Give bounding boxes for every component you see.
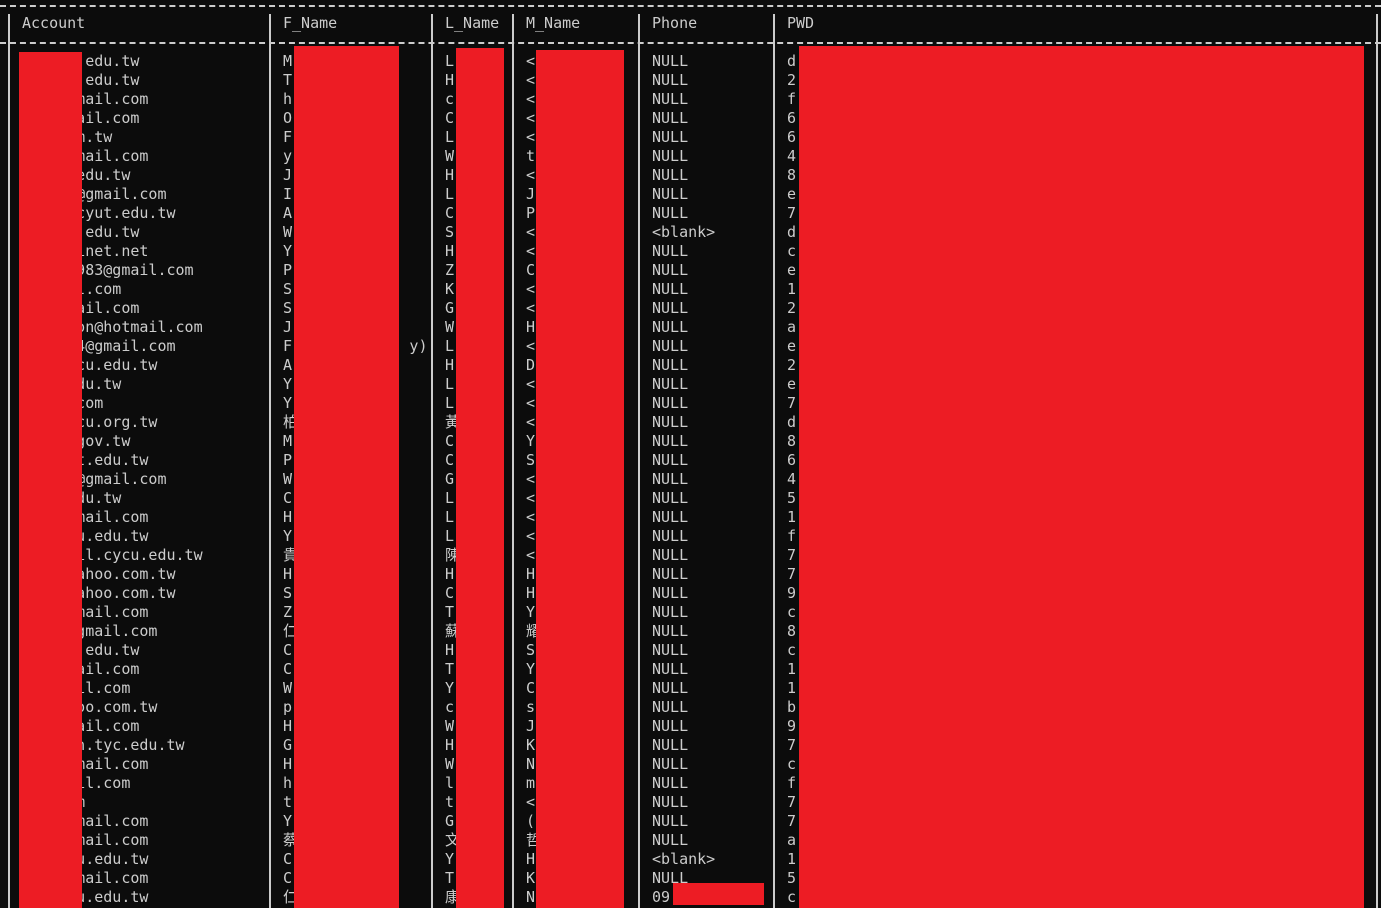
cell-phone: NULL <box>652 622 689 640</box>
cell-phone: NULL <box>652 147 689 165</box>
cell-phone: NULL <box>652 71 689 89</box>
cell-phone: NULL <box>652 546 689 564</box>
cell-phone: NULL <box>652 717 689 735</box>
cell-phone: NULL <box>652 109 689 127</box>
header-phone: Phone <box>652 14 698 32</box>
header-f-name: F_Name <box>283 14 338 32</box>
cell-phone: NULL <box>652 793 689 811</box>
cell-phone: NULL <box>652 432 689 450</box>
cell-phone: NULL <box>652 489 689 507</box>
cell-phone: NULL <box>652 166 689 184</box>
cell-phone: NULL <box>652 337 689 355</box>
cell-phone: NULL <box>652 508 689 526</box>
cell-phone: NULL <box>652 755 689 773</box>
cell-phone: NULL <box>652 470 689 488</box>
cell-phone: NULL <box>652 242 689 260</box>
cell-phone: NULL <box>652 584 689 602</box>
cell-phone: NULL <box>652 527 689 545</box>
cell-phone: NULL <box>652 356 689 374</box>
cell-phone: NULL <box>652 641 689 659</box>
redaction-l-name <box>456 48 504 908</box>
cell-phone: NULL <box>652 185 689 203</box>
cell-phone: NULL <box>652 318 689 336</box>
cell-phone: NULL <box>652 394 689 412</box>
table-border-header <box>0 42 1381 44</box>
cell-phone: NULL <box>652 204 689 222</box>
cell-phone: <blank> <box>652 223 716 241</box>
cell-phone: NULL <box>652 90 689 108</box>
cell-phone: NULL <box>652 413 689 431</box>
table-border-top <box>0 5 1381 7</box>
header-m-name: M_Name <box>526 14 581 32</box>
redaction-pwd <box>799 46 1364 908</box>
cell-phone: NULL <box>652 660 689 678</box>
header-l-name: L_Name <box>445 14 500 32</box>
cell-phone: NULL <box>652 375 689 393</box>
cell-phone: NULL <box>652 831 689 849</box>
redaction-f-name <box>294 46 399 908</box>
cell-phone: NULL <box>652 280 689 298</box>
cell-phone: NULL <box>652 52 689 70</box>
cell-phone: NULL <box>652 698 689 716</box>
table-header-row: Account F_Name L_Name M_Name Phone PWD <box>0 14 1381 33</box>
cell-phone: NULL <box>652 736 689 754</box>
cell-phone: NULL <box>652 774 689 792</box>
header-pwd: PWD <box>787 14 815 32</box>
cell-phone: NULL <box>652 812 689 830</box>
cell-phone: NULL <box>652 451 689 469</box>
cell-phone: NULL <box>652 128 689 146</box>
cell-phone: <blank> <box>652 850 716 868</box>
cell-phone: NULL <box>652 603 689 621</box>
cell-phone: NULL <box>652 565 689 583</box>
cell-phone: NULL <box>652 261 689 279</box>
cell-phone: NULL <box>652 679 689 697</box>
cell-phone: NULL <box>652 299 689 317</box>
redaction-phone <box>673 883 764 905</box>
redaction-m-name <box>536 50 624 908</box>
redaction-account <box>19 52 82 908</box>
terminal-window[interactable]: Account F_Name L_Name M_Name Phone PWD n… <box>0 0 1381 908</box>
header-account: Account <box>22 14 86 32</box>
